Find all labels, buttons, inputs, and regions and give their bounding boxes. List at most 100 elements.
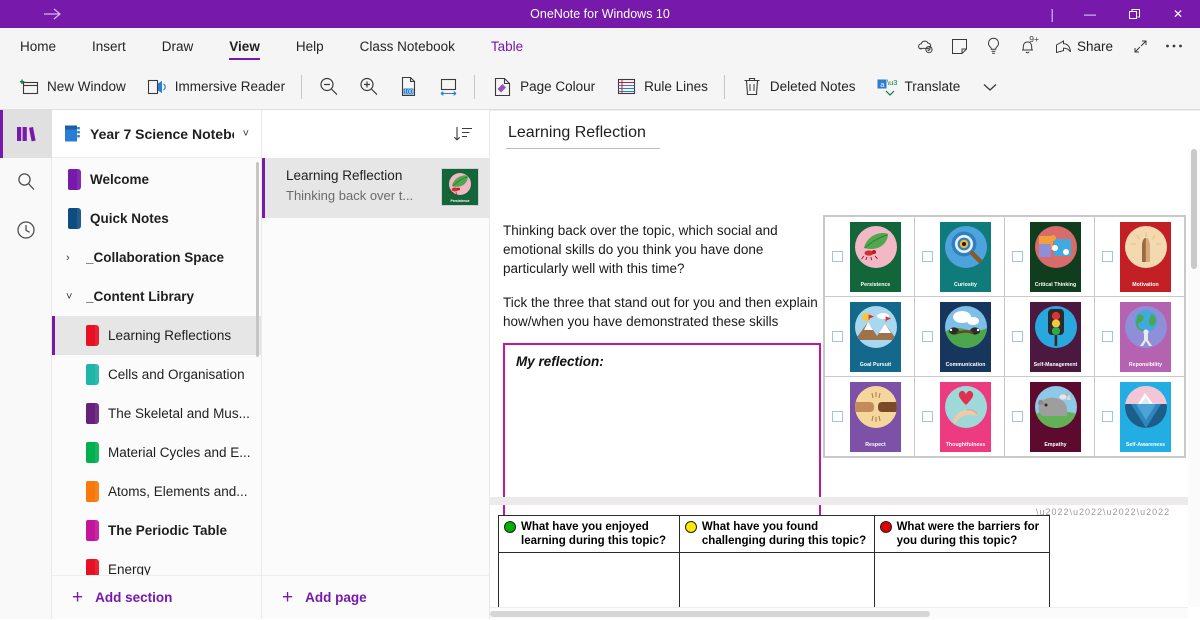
checkbox-respect[interactable]	[832, 411, 843, 422]
maximize-restore-button[interactable]	[1112, 0, 1156, 28]
notification-bell-icon[interactable]: 9+	[1012, 30, 1044, 62]
sort-icon[interactable]	[453, 125, 473, 143]
translate-button[interactable]: a\u3042 Translate	[865, 68, 970, 106]
checkbox-self-awareness[interactable]	[1102, 411, 1113, 422]
sync-cloud-icon[interactable]	[910, 30, 942, 62]
skill-card-critical-thinking[interactable]: Critical Thinking	[1030, 221, 1081, 292]
skill-cell-reponsibility[interactable]: Reponsibility	[1094, 296, 1185, 377]
recent-clock-icon[interactable]	[0, 206, 52, 254]
checkbox-critical-thinking[interactable]	[1012, 251, 1023, 262]
checkbox-communication[interactable]	[922, 331, 933, 342]
sidebar-group-collaboration-space[interactable]: › _Collaboration Space	[52, 238, 261, 277]
checkbox-thoughtfulness[interactable]	[922, 411, 933, 422]
ribbon-overflow-button[interactable]	[970, 68, 1010, 106]
immersive-reader-button[interactable]: Immersive Reader	[136, 68, 295, 106]
add-page-button[interactable]: + Add page	[262, 575, 489, 619]
sidebar-item-learning-reflections[interactable]: Learning Reflections	[52, 316, 261, 355]
expand-diagonal-icon[interactable]	[1124, 30, 1156, 62]
checkbox-curiosity[interactable]	[922, 251, 933, 262]
sidebar-item-energy[interactable]: Energy	[52, 550, 261, 575]
skill-card-curiosity[interactable]: Curiosity	[940, 221, 991, 292]
skill-cell-communication[interactable]: Communication	[914, 296, 1005, 377]
skill-card-reponsibility[interactable]: Reponsibility	[1120, 301, 1171, 372]
page-colour-button[interactable]: Page Colour	[481, 68, 605, 106]
canvas-horizontal-scrollbar[interactable]	[490, 607, 1188, 619]
notebook-icon	[64, 124, 81, 143]
skill-cell-empathy[interactable]: Empathy	[1004, 376, 1095, 457]
checkbox-goal-pursuit[interactable]	[832, 331, 843, 342]
notebooks-icon[interactable]	[0, 110, 52, 158]
page-width-button[interactable]	[428, 68, 468, 106]
sidebar-group-content-library[interactable]: ˅ _Content Library	[52, 277, 261, 316]
tab-view[interactable]: View	[211, 28, 278, 64]
sections-scrollbar[interactable]	[256, 162, 259, 357]
zoom-100-button[interactable]: 100	[388, 68, 428, 106]
page-title[interactable]: Learning Reflection	[506, 124, 660, 149]
tab-home[interactable]: Home	[0, 28, 74, 64]
chevron-right-icon[interactable]: ›	[66, 252, 86, 264]
deleted-notes-button[interactable]: Deleted Notes	[731, 68, 866, 106]
reflection-textbox[interactable]: My reflection:	[503, 343, 821, 517]
skill-cell-motivation[interactable]: Motivation	[1094, 216, 1185, 297]
skill-card-motivation[interactable]: Motivation	[1120, 221, 1171, 292]
rule-lines-button[interactable]: Rule Lines	[605, 68, 718, 106]
canvas-vertical-scrollbar[interactable]	[1188, 149, 1200, 607]
close-button[interactable]: ✕	[1156, 0, 1200, 28]
search-icon[interactable]	[0, 158, 52, 206]
tab-table[interactable]: Table	[473, 28, 541, 64]
table-cell-barriers-answer[interactable]	[873, 552, 1051, 611]
sidebar-item-atoms-elements[interactable]: Atoms, Elements and...	[52, 472, 261, 511]
skill-cell-goal-pursuit[interactable]: Goal Pursuit	[824, 296, 915, 377]
share-button[interactable]: Share	[1046, 30, 1122, 62]
skill-cell-persistence[interactable]: Persistence	[824, 216, 915, 297]
lightbulb-icon[interactable]	[978, 30, 1010, 62]
skill-cell-self-management[interactable]: Self-Management	[1004, 296, 1095, 377]
checkbox-empathy[interactable]	[1012, 411, 1023, 422]
add-section-button[interactable]: + Add section	[52, 575, 261, 619]
sidebar-item-welcome[interactable]: Welcome	[52, 160, 261, 199]
skill-cell-critical-thinking[interactable]: Critical Thinking	[1004, 216, 1095, 297]
skill-card-persistence[interactable]: Persistence	[850, 221, 901, 292]
ellipsis-icon[interactable]	[1158, 30, 1190, 62]
tab-insert[interactable]: Insert	[74, 28, 144, 64]
table-header-cell-challenging[interactable]: What have you found challenging during t…	[678, 515, 875, 553]
sidebar-item-quick-notes[interactable]: Quick Notes	[52, 199, 261, 238]
tab-class-notebook[interactable]: Class Notebook	[342, 28, 473, 64]
checkbox-persistence[interactable]	[832, 251, 843, 262]
sidebar-item-periodic-table[interactable]: The Periodic Table	[52, 511, 261, 550]
skill-card-empathy[interactable]: Empathy	[1030, 381, 1081, 452]
checkbox-self-management[interactable]	[1012, 331, 1023, 342]
tab-draw[interactable]: Draw	[144, 28, 212, 64]
forward-icon[interactable]	[42, 6, 62, 22]
skill-cell-self-awareness[interactable]: Self-Awareness	[1094, 376, 1185, 457]
notebook-header[interactable]: Year 7 Science Notebook ˅	[52, 110, 261, 158]
table-header-cell-enjoyed[interactable]: What have you enjoyed learning during th…	[498, 515, 680, 553]
minimize-button[interactable]: —	[1068, 0, 1112, 28]
skill-card-goal-pursuit[interactable]: Goal Pursuit	[850, 301, 901, 372]
skill-card-self-awareness[interactable]: Self-Awareness	[1120, 381, 1171, 452]
skill-cell-thoughtfulness[interactable]: Thoughtfulness	[914, 376, 1005, 457]
skill-card-respect[interactable]: Respect	[850, 381, 901, 452]
chevron-down-icon[interactable]: ˅	[243, 128, 249, 140]
skill-cell-respect[interactable]: Respect	[824, 376, 915, 457]
checkbox-motivation[interactable]	[1102, 251, 1113, 262]
table-cell-enjoyed-answer[interactable]	[498, 552, 680, 611]
skill-card-thoughtfulness[interactable]: Thoughtfulness	[940, 381, 991, 452]
tab-help[interactable]: Help	[278, 28, 342, 64]
sidebar-item-material-cycles[interactable]: Material Cycles and E...	[52, 433, 261, 472]
sticky-note-icon[interactable]	[944, 30, 976, 62]
new-window-button[interactable]: New Window	[8, 68, 136, 106]
table-cell-challenging-answer[interactable]	[678, 552, 875, 611]
sidebar-item-cells-and-organisation[interactable]: Cells and Organisation	[52, 355, 261, 394]
chevron-down-icon[interactable]: ˅	[66, 291, 86, 303]
table-handle-icon[interactable]: \u2022\u2022\u2022\u2022	[1036, 507, 1170, 517]
skill-cell-curiosity[interactable]: Curiosity	[914, 216, 1005, 297]
sidebar-item-skeletal-and-muscular[interactable]: The Skeletal and Mus...	[52, 394, 261, 433]
checkbox-reponsibility[interactable]	[1102, 331, 1113, 342]
skill-card-communication[interactable]: Communication	[940, 301, 991, 372]
table-header-cell-barriers[interactable]: What were the barriers for you during th…	[873, 515, 1051, 553]
zoom-out-button[interactable]	[308, 68, 348, 106]
list-item[interactable]: Learning Reflection Thinking back over t…	[262, 158, 489, 218]
zoom-in-button[interactable]	[348, 68, 388, 106]
skill-card-self-management[interactable]: Self-Management	[1030, 301, 1081, 372]
